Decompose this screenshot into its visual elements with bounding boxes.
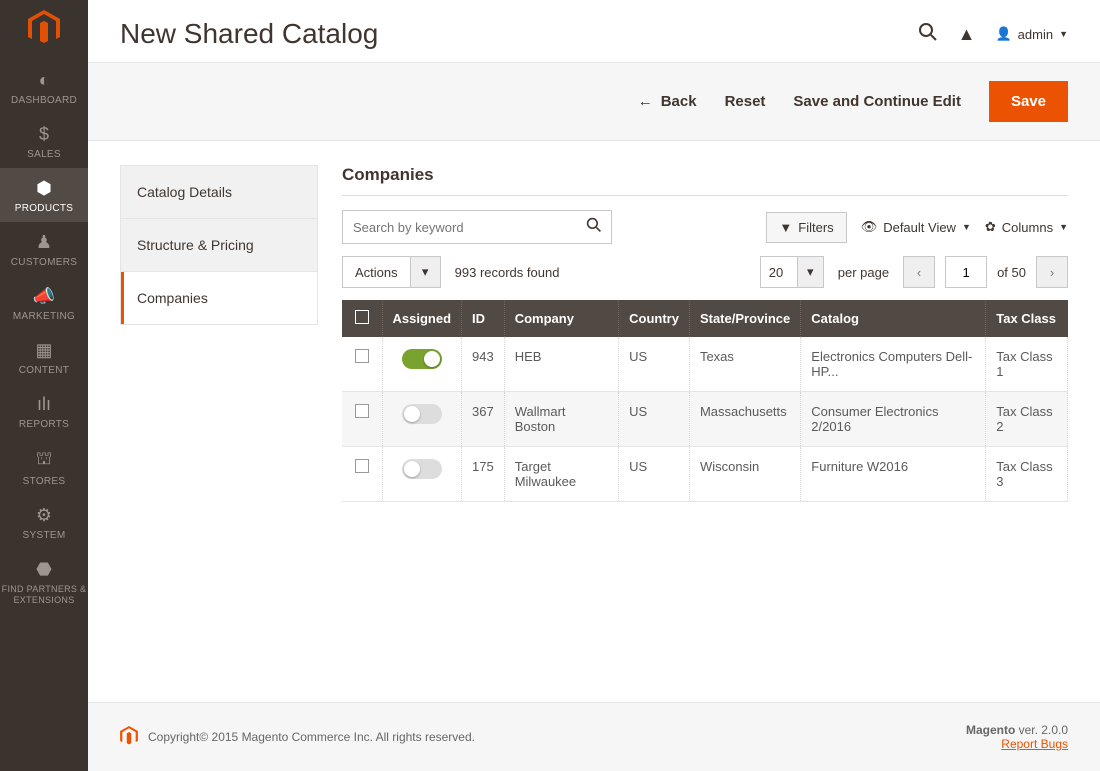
tab-companies[interactable]: Companies xyxy=(121,272,317,324)
megaphone-icon: 📣 xyxy=(0,286,88,307)
nav-products[interactable]: ⬢PRODUCTS xyxy=(0,168,88,222)
nav-system[interactable]: ⚙SYSTEM xyxy=(0,495,88,549)
divider xyxy=(342,195,1068,196)
magento-logo-icon[interactable] xyxy=(24,8,64,48)
nav-partners[interactable]: ⬣FIND PARTNERS & EXTENSIONS xyxy=(0,549,88,614)
row-checkbox[interactable] xyxy=(355,459,369,473)
page-input[interactable] xyxy=(945,256,987,288)
search-icon[interactable] xyxy=(918,22,938,47)
bars-icon: ılı xyxy=(0,394,88,415)
assigned-toggle[interactable] xyxy=(402,349,442,369)
store-icon: ⛫ xyxy=(0,448,88,472)
reset-button[interactable]: Reset xyxy=(725,93,766,110)
chevron-down-icon: ▾ xyxy=(410,257,440,287)
save-continue-button[interactable]: Save and Continue Edit xyxy=(793,93,961,110)
notifications-icon[interactable]: ▲ xyxy=(958,24,976,45)
puzzle-icon: ⬣ xyxy=(0,559,88,580)
per-page-dropdown[interactable]: 20 ▾ xyxy=(760,256,824,288)
col-assigned[interactable]: Assigned xyxy=(382,300,462,337)
search-input[interactable] xyxy=(343,220,577,235)
arrow-left-icon: ← xyxy=(638,93,653,110)
eye-icon: 👁 xyxy=(861,219,878,235)
dollar-icon: $ xyxy=(0,124,88,145)
search-submit-icon[interactable] xyxy=(577,217,611,238)
columns-button[interactable]: ✿Columns▼ xyxy=(985,219,1068,235)
nav-dashboard[interactable]: ◐DASHBOARD xyxy=(0,60,88,114)
next-page-button[interactable]: › xyxy=(1036,256,1068,288)
row-checkbox[interactable] xyxy=(355,349,369,363)
assigned-toggle[interactable] xyxy=(402,459,442,479)
gear-icon: ⚙ xyxy=(0,505,88,526)
page-of-label: of 50 xyxy=(997,265,1026,280)
action-bar: ←Back Reset Save and Continue Edit Save xyxy=(88,62,1100,141)
col-id[interactable]: ID xyxy=(462,300,505,337)
gauge-icon: ◐ xyxy=(0,70,88,91)
nav-stores[interactable]: ⛫STORES xyxy=(0,438,88,495)
col-catalog[interactable]: Catalog xyxy=(801,300,986,337)
box-icon: ⬢ xyxy=(0,178,88,199)
actions-dropdown[interactable]: Actions ▾ xyxy=(342,256,441,288)
records-found: 993 records found xyxy=(455,265,560,280)
nav-marketing[interactable]: 📣MARKETING xyxy=(0,276,88,330)
user-icon: 👤 xyxy=(995,26,1011,42)
nav-content[interactable]: ▦CONTENT xyxy=(0,330,88,384)
col-company[interactable]: Company xyxy=(504,300,618,337)
col-tax[interactable]: Tax Class xyxy=(986,300,1068,337)
nav-customers[interactable]: ♟CUSTOMERS xyxy=(0,222,88,276)
assigned-toggle[interactable] xyxy=(402,404,442,424)
back-button[interactable]: ←Back xyxy=(638,93,697,110)
chevron-down-icon: ▼ xyxy=(962,222,971,232)
default-view-button[interactable]: 👁Default View▼ xyxy=(861,219,971,235)
layout-icon: ▦ xyxy=(0,340,88,361)
per-page-label: per page xyxy=(838,265,889,280)
table-row: 367 Wallmart Boston US Massachusetts Con… xyxy=(342,392,1068,447)
user-menu[interactable]: 👤 admin ▼ xyxy=(995,26,1068,42)
table-row: 943 HEB US Texas Electronics Computers D… xyxy=(342,337,1068,392)
prev-page-button[interactable]: ‹ xyxy=(903,256,935,288)
search-wrap xyxy=(342,210,612,244)
chevron-down-icon: ▾ xyxy=(797,257,823,287)
admin-sidebar: ◐DASHBOARD $SALES ⬢PRODUCTS ♟CUSTOMERS 📣… xyxy=(0,0,88,771)
tab-catalog-details[interactable]: Catalog Details xyxy=(121,166,317,219)
topbar: New Shared Catalog ▲ 👤 admin ▼ xyxy=(88,0,1100,62)
person-icon: ♟ xyxy=(0,232,88,253)
row-checkbox[interactable] xyxy=(355,404,369,418)
tab-structure-pricing[interactable]: Structure & Pricing xyxy=(121,219,317,272)
companies-table: Assigned ID Company Country State/Provin… xyxy=(342,300,1068,502)
report-bugs-link[interactable]: Report Bugs xyxy=(1001,737,1068,751)
panel-title: Companies xyxy=(342,165,1068,185)
chevron-down-icon: ▼ xyxy=(1059,29,1068,39)
footer: Copyright© 2015 Magento Commerce Inc. Al… xyxy=(88,702,1100,771)
col-country[interactable]: Country xyxy=(619,300,690,337)
gear-icon: ✿ xyxy=(985,219,996,235)
left-tabs: Catalog Details Structure & Pricing Comp… xyxy=(120,165,318,325)
chevron-down-icon: ▼ xyxy=(1059,222,1068,232)
select-all-checkbox[interactable] xyxy=(355,310,369,324)
funnel-icon: ▼ xyxy=(779,220,792,235)
nav-sales[interactable]: $SALES xyxy=(0,114,88,168)
page-title: New Shared Catalog xyxy=(120,18,918,50)
magento-logo-icon xyxy=(120,726,138,749)
col-state[interactable]: State/Province xyxy=(689,300,800,337)
nav-reports[interactable]: ılıREPORTS xyxy=(0,384,88,438)
copyright: Copyright© 2015 Magento Commerce Inc. Al… xyxy=(148,730,475,744)
user-name: admin xyxy=(1018,27,1053,42)
filters-button[interactable]: ▼Filters xyxy=(766,212,846,243)
save-button[interactable]: Save xyxy=(989,81,1068,122)
table-row: 175 Target Milwaukee US Wisconsin Furnit… xyxy=(342,447,1068,502)
